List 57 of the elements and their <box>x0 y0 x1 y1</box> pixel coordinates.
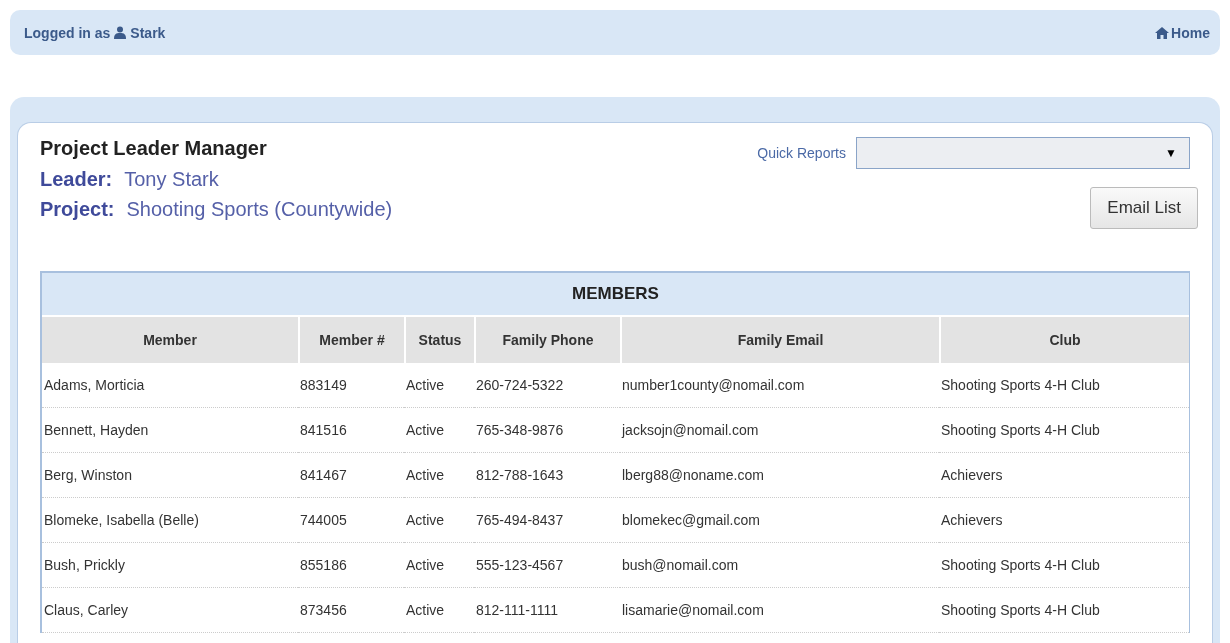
table-cell: Active <box>404 453 474 498</box>
table-cell: 260-724-5322 <box>474 363 620 408</box>
table-cell: 765-494-8437 <box>474 498 620 543</box>
table-title: MEMBERS <box>42 273 1189 315</box>
table-cell: Blomeke, Isabella (Belle) <box>42 498 298 543</box>
table-cell: Achievers <box>939 498 1189 543</box>
column-header[interactable]: Member # <box>298 315 404 363</box>
table-cell: Active <box>404 363 474 408</box>
home-icon <box>1155 26 1170 39</box>
column-header[interactable]: Family Phone <box>474 315 620 363</box>
dropdown-arrow-icon: ▼ <box>1165 146 1177 160</box>
quick-reports-dropdown[interactable]: ▼ <box>856 137 1190 169</box>
home-link[interactable]: Home <box>1155 24 1210 41</box>
table-cell: Active <box>404 588 474 633</box>
project-name: Shooting Sports (Countywide) <box>126 198 393 220</box>
table-cell: 765-348-9876 <box>474 408 620 453</box>
user-link[interactable]: Stark <box>130 24 166 41</box>
table-cell: 812-788-1643 <box>474 453 620 498</box>
table-cell: lberg88@noname.com <box>620 453 939 498</box>
table-cell: lisamarie@nomail.com <box>620 588 939 633</box>
table-cell: Berg, Winston <box>42 453 298 498</box>
table-cell: blomekec@gmail.com <box>620 498 939 543</box>
table-cell: Active <box>404 408 474 453</box>
table-cell: 883149 <box>298 363 404 408</box>
table-cell: Bennett, Hayden <box>42 408 298 453</box>
table-cell: 812-111-1111 <box>474 588 620 633</box>
column-header[interactable]: Member <box>42 315 298 363</box>
table-cell: Bush, Prickly <box>42 543 298 588</box>
table-cell: Active <box>404 498 474 543</box>
table-cell: 744005 <box>298 498 404 543</box>
project-label: Project: <box>40 198 115 220</box>
table-cell: 873456 <box>298 588 404 633</box>
table-cell: Adams, Morticia <box>42 363 298 408</box>
table-cell: bush@nomail.com <box>620 543 939 588</box>
leader-label: Leader: <box>40 168 113 190</box>
table-cell: 555-123-4567 <box>474 543 620 588</box>
user-icon <box>114 26 127 39</box>
page-title: Project Leader Manager <box>40 137 268 160</box>
quick-reports-label: Quick Reports <box>757 145 846 161</box>
table-cell: Shooting Sports 4-H Club <box>939 588 1189 633</box>
table-cell: 841516 <box>298 408 404 453</box>
column-header[interactable]: Club <box>939 315 1189 363</box>
table-cell: Claus, Carley <box>42 588 298 633</box>
table-cell: Shooting Sports 4-H Club <box>939 408 1189 453</box>
table-cell: Shooting Sports 4-H Club <box>939 363 1189 408</box>
logged-in-label: Logged in as <box>24 24 111 41</box>
table-cell: 855186 <box>298 543 404 588</box>
column-header[interactable]: Status <box>404 315 474 363</box>
table-cell: 841467 <box>298 453 404 498</box>
table-cell: number1county@nomail.com <box>620 363 939 408</box>
table-cell: Achievers <box>939 453 1189 498</box>
email-list-button[interactable]: Email List <box>1090 187 1198 229</box>
column-header[interactable]: Family Email <box>620 315 939 363</box>
table-cell: Active <box>404 543 474 588</box>
table-cell: jacksojn@nomail.com <box>620 408 939 453</box>
table-cell: Shooting Sports 4-H Club <box>939 543 1189 588</box>
leader-name: Tony Stark <box>124 168 219 190</box>
